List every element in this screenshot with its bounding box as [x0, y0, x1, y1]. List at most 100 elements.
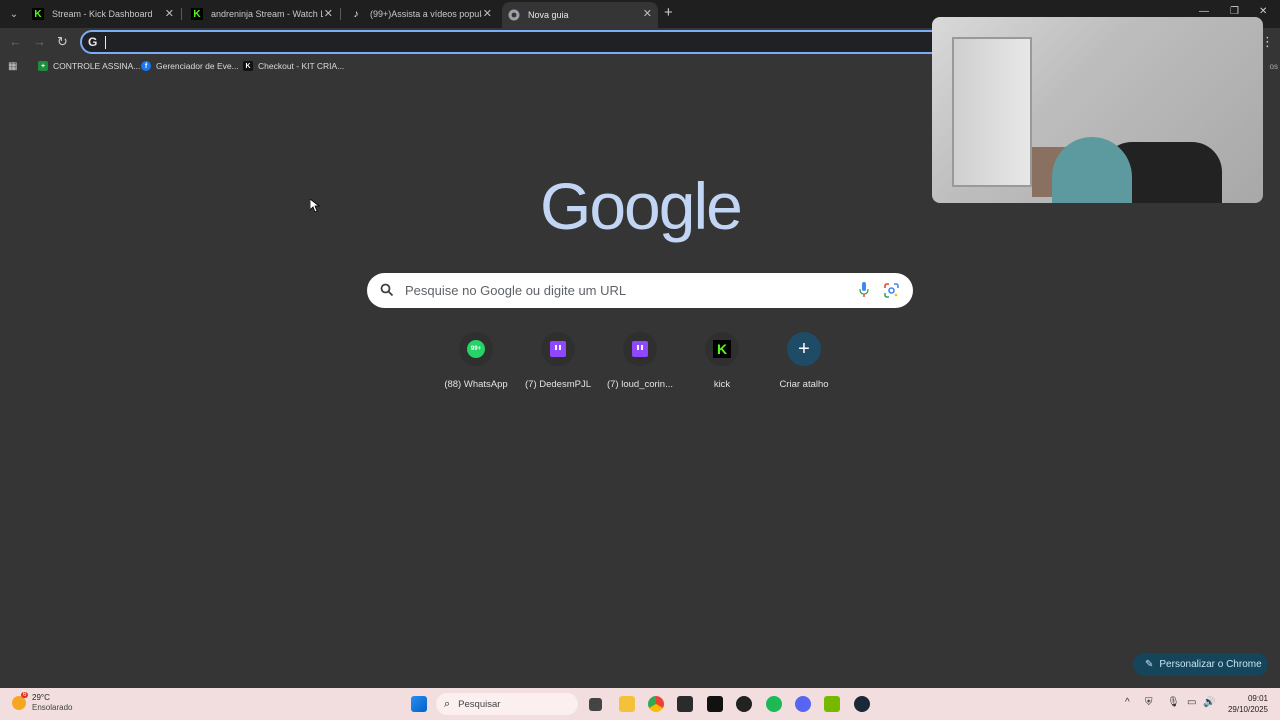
sun-icon: 6: [12, 692, 29, 710]
webcam-overlay: [932, 17, 1263, 203]
customize-label: Personalizar o Chrome: [1159, 659, 1262, 670]
windows-start-icon[interactable]: [411, 696, 427, 712]
shortcut-kick[interactable]: K kick: [681, 332, 763, 390]
customize-chrome-button[interactable]: ✎ Personalizar o Chrome: [1133, 653, 1268, 676]
shortcut-label: Criar atalho: [779, 379, 829, 390]
bookmark-controle-assinaturas[interactable]: + CONTROLE ASSINA...: [38, 61, 140, 71]
tab-andreninja-stream[interactable]: K andreninja Stream - Watch Live ✕: [185, 2, 339, 26]
close-icon[interactable]: ✕: [324, 7, 333, 20]
network-icon[interactable]: ▭: [1187, 697, 1196, 708]
sheets-icon: +: [38, 61, 48, 71]
webcam-background-door: [952, 37, 1032, 187]
tab-title: Nova guia: [528, 10, 569, 20]
clock-date: 29/10/2025: [1227, 705, 1268, 714]
twitch-icon: [632, 341, 648, 357]
pencil-icon: ✎: [1145, 659, 1154, 670]
kiwify-icon: K: [243, 61, 253, 71]
tab-title: (99+)Assista a vídeos populares: [370, 9, 482, 19]
tab-kick-dashboard[interactable]: K Stream - Kick Dashboard ✕: [26, 2, 180, 26]
plus-icon: +: [787, 332, 821, 366]
chevron-up-icon[interactable]: ^: [1125, 697, 1130, 708]
minimize-icon[interactable]: —: [1199, 6, 1209, 17]
address-bar[interactable]: G: [80, 30, 950, 54]
shortcut-whatsapp[interactable]: 99+ (88) WhatsApp: [435, 332, 517, 390]
shortcut-tile: [541, 332, 575, 366]
volume-icon[interactable]: 🔊: [1203, 697, 1215, 708]
maximize-icon[interactable]: ❐: [1230, 6, 1239, 17]
shortcut-label: kick: [713, 379, 731, 390]
shortcut-tile: K: [705, 332, 739, 366]
new-tab-button[interactable]: +: [664, 5, 673, 21]
windows-taskbar: 6 29°C Ensolarado ⌕ Pesquisar ^ ⛨ 🎙 ▭ 🔊 …: [0, 688, 1280, 720]
security-icon[interactable]: ⛨: [1145, 697, 1153, 708]
shortcut-tile: 99+: [459, 332, 493, 366]
tab-tiktok[interactable]: ♪ (99+)Assista a vídeos populares ✕: [344, 2, 498, 26]
tab-nova-guia[interactable]: Nova guia ✕: [502, 2, 658, 28]
spotify-icon[interactable]: [766, 696, 782, 712]
weather-widget[interactable]: 6 29°C Ensolarado: [12, 692, 73, 713]
taskbar-search[interactable]: ⌕ Pesquisar: [436, 693, 578, 715]
shortcut-twitch-loud-corin[interactable]: (7) loud_corin...: [599, 332, 681, 390]
shortcut-twitch-dedesmpjl[interactable]: (7) DedesmPJL: [517, 332, 599, 390]
google-g-icon: G: [88, 35, 98, 49]
apps-grid-icon[interactable]: ▦: [8, 61, 17, 72]
kick-icon: K: [713, 340, 731, 358]
whatsapp-icon: 99+: [467, 340, 485, 358]
shortcut-badge: 99+: [470, 346, 482, 352]
close-icon[interactable]: ✕: [483, 7, 492, 20]
bookmark-label: Checkout - KIT CRIA...: [258, 61, 345, 71]
google-logo: Google: [540, 169, 743, 243]
weather-condition: Ensolarado: [32, 703, 73, 712]
kick-icon: K: [191, 8, 203, 20]
tab-title: Stream - Kick Dashboard: [52, 9, 153, 19]
tab-search-icon[interactable]: ⌄: [5, 5, 23, 23]
bookmark-gerenciador-eventos[interactable]: f Gerenciador de Eve...: [141, 61, 239, 71]
back-icon[interactable]: ←: [9, 34, 22, 49]
weather-temp: 29°C: [32, 693, 50, 702]
tiktok-icon: ♪: [353, 8, 359, 20]
google-lens-icon[interactable]: [884, 283, 899, 298]
discord-icon[interactable]: [795, 696, 811, 712]
notion-icon[interactable]: [707, 696, 723, 712]
shortcut-label: (7) loud_corin...: [606, 379, 673, 390]
nvidia-icon[interactable]: [824, 696, 840, 712]
obs-icon[interactable]: [736, 696, 752, 712]
tab-separator: [340, 8, 341, 20]
bookmark-label: CONTROLE ASSINA...: [53, 61, 141, 71]
search-icon: [380, 283, 394, 297]
shortcut-label: (88) WhatsApp: [444, 379, 508, 390]
close-icon[interactable]: ✕: [643, 7, 652, 20]
weather-badge: 6: [21, 692, 29, 698]
chrome-icon[interactable]: [648, 696, 664, 712]
epic-games-icon[interactable]: [677, 696, 693, 712]
clock-time: 09:01: [1247, 694, 1268, 703]
steam-icon[interactable]: [854, 696, 870, 712]
tab-separator: [181, 8, 182, 20]
microphone-icon[interactable]: [859, 282, 869, 298]
close-icon[interactable]: ✕: [165, 7, 174, 20]
bookmark-checkout-kit[interactable]: K Checkout - KIT CRIA...: [243, 61, 344, 71]
taskbar-search-label: Pesquisar: [458, 698, 501, 710]
search-placeholder: Pesquise no Google ou digite um URL: [405, 283, 627, 298]
facebook-icon: f: [141, 61, 151, 71]
task-view-icon[interactable]: [589, 698, 602, 711]
tab-title: andreninja Stream - Watch Live: [211, 9, 323, 19]
all-bookmarks-link[interactable]: os: [1270, 62, 1278, 71]
window-close-icon[interactable]: ✕: [1259, 6, 1267, 17]
mouse-cursor-icon: [310, 199, 320, 213]
search-box[interactable]: Pesquise no Google ou digite um URL: [367, 273, 913, 308]
shortcut-tile: [623, 332, 657, 366]
system-clock[interactable]: 09:01 29/10/2025: [1222, 693, 1268, 715]
shortcut-label: (7) DedesmPJL: [525, 379, 591, 390]
twitch-icon: [550, 341, 566, 357]
kick-icon: K: [32, 8, 44, 20]
search-icon: ⌕: [444, 697, 451, 710]
bookmark-label: Gerenciador de Eve...: [156, 61, 239, 71]
shortcut-criar-atalho[interactable]: + Criar atalho: [763, 332, 845, 390]
forward-icon[interactable]: →: [33, 34, 46, 49]
file-explorer-icon[interactable]: [619, 696, 635, 712]
microphone-tray-icon[interactable]: 🎙: [1167, 697, 1180, 708]
reload-icon[interactable]: ↻: [57, 34, 68, 50]
chrome-icon: [508, 9, 520, 21]
text-caret: [105, 36, 106, 49]
